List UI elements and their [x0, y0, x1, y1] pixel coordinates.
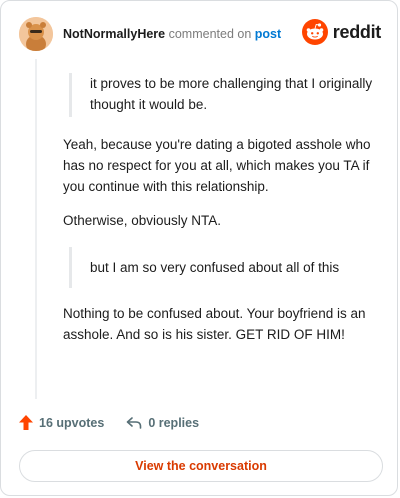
upvote-button[interactable]: 16 upvotes — [19, 415, 104, 430]
username[interactable]: NotNormallyHere — [63, 27, 165, 41]
comment-paragraph: Otherwise, obviously NTA. — [63, 213, 222, 228]
reddit-wordmark: reddit — [332, 21, 382, 42]
comment-header: NotNormallyHere commented on post reddit — [19, 17, 381, 51]
comment-paragraph: Nothing to be confused about. Your boyfr… — [63, 306, 366, 342]
blockquote: but I am so very confused about all of t… — [69, 247, 381, 288]
reply-arrow-icon — [127, 416, 142, 429]
comment-embed-card: NotNormallyHere commented on post reddit… — [0, 0, 398, 496]
user-avatar[interactable] — [19, 17, 53, 51]
comment-body: it proves to be more challenging that I … — [63, 61, 381, 345]
quote-text: it proves to be more challenging that I … — [90, 76, 373, 112]
action-text: commented on — [168, 27, 252, 41]
reddit-snoo-icon — [301, 19, 328, 45]
comment-paragraph: Yeah, because you're dating a bigoted as… — [63, 137, 371, 194]
comment-actions: 16 upvotes 0 replies — [19, 415, 199, 430]
avatar-icon — [19, 17, 53, 51]
thread-line — [35, 59, 37, 399]
view-conversation-button[interactable]: View the conversation — [19, 450, 383, 482]
post-link[interactable]: post — [255, 27, 281, 41]
reply-button[interactable]: 0 replies — [126, 416, 199, 430]
reply-count: 0 replies — [148, 415, 200, 430]
upvote-count: 16 upvotes — [39, 415, 105, 430]
blockquote: it proves to be more challenging that I … — [69, 73, 381, 117]
upvote-arrow-icon — [19, 415, 33, 430]
quote-text: but I am so very confused about all of t… — [90, 260, 340, 275]
reddit-logo[interactable]: reddit — [301, 19, 382, 45]
header-text: NotNormallyHere commented on post — [63, 27, 281, 41]
